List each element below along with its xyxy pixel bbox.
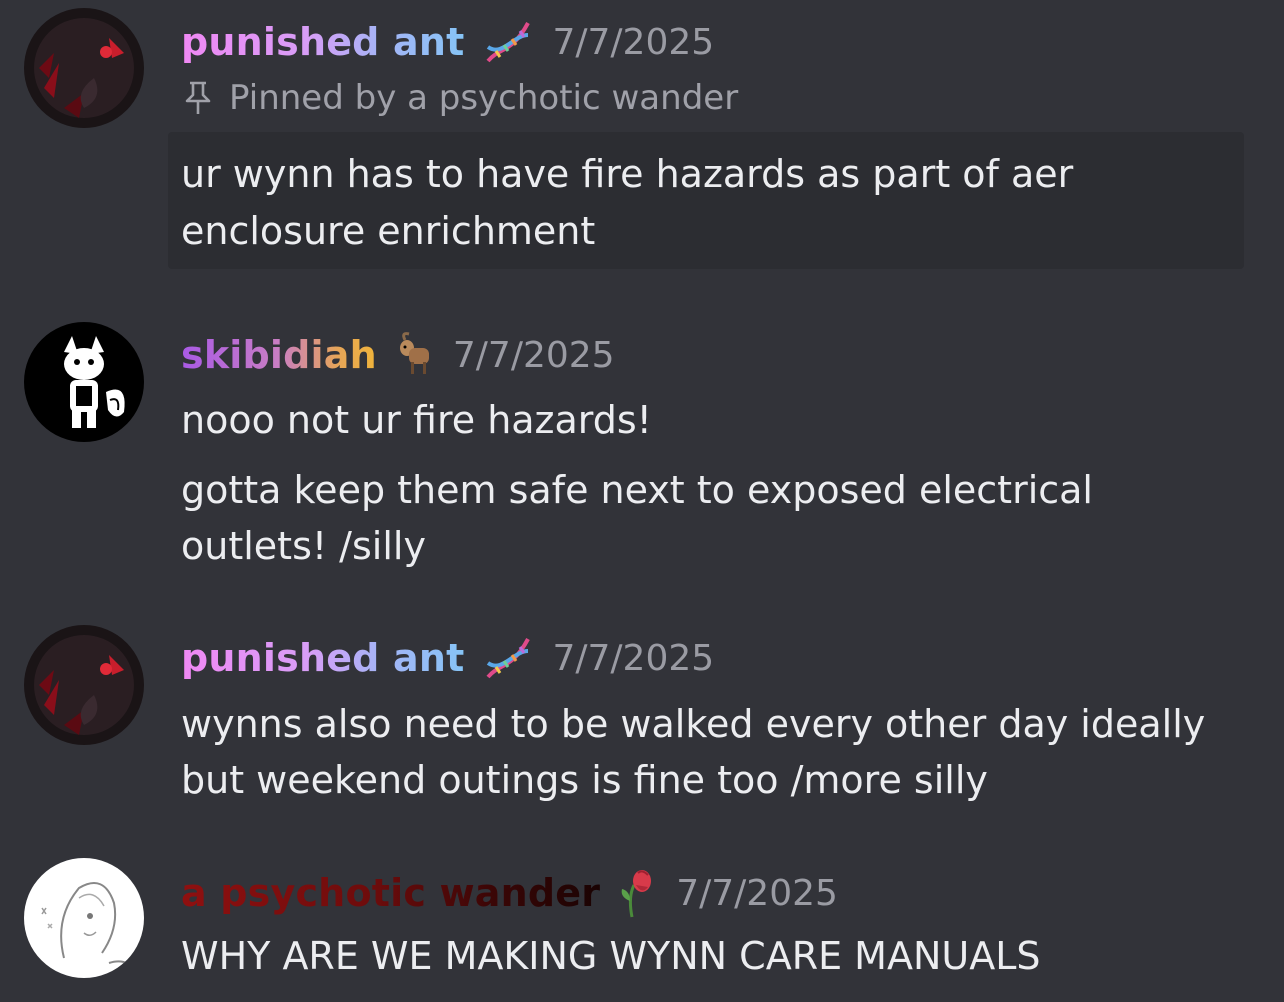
avatar-image-sketch	[24, 858, 144, 978]
pinned-indicator: Pinned by a psychotic wander	[181, 78, 738, 118]
avatar[interactable]	[24, 858, 144, 978]
pin-icon	[181, 79, 215, 117]
message-text-line: but weekend outings is fine too /more si…	[181, 758, 988, 802]
pinned-label: Pinned by a psychotic wander	[229, 78, 739, 118]
username[interactable]: a psychotic wander	[181, 871, 600, 915]
avatar[interactable]	[24, 8, 144, 128]
message-header: punished ant 7/7/2025	[181, 18, 714, 66]
message-header: punished ant 7/7/2025	[181, 634, 714, 682]
message-text-line: enclosure enrichment	[181, 209, 596, 253]
message-text-line: gotta keep them safe next to exposed ele…	[181, 468, 1093, 512]
username[interactable]: skibidiah	[181, 333, 377, 377]
chat-message-list: punished ant 7/7/2025 Pinned by a psycho…	[0, 0, 1284, 1002]
wilted-rose-icon	[618, 867, 658, 919]
username[interactable]: punished ant	[181, 636, 464, 680]
goat-icon	[395, 330, 435, 380]
message-header: a psychotic wander 7/7/2025	[181, 867, 838, 919]
dna-icon	[482, 17, 534, 67]
avatar[interactable]	[24, 625, 144, 745]
message-text-line: outlets! /silly	[181, 524, 426, 568]
timestamp[interactable]: 7/7/2025	[676, 873, 838, 914]
username[interactable]: punished ant	[181, 20, 464, 64]
message-text-line: nooo not ur fire hazards!	[181, 398, 652, 442]
avatar-image-fox-sketch	[24, 322, 144, 442]
dna-icon	[482, 633, 534, 683]
avatar-image-dark-red	[24, 625, 144, 745]
message-header: skibidiah 7/7/2025	[181, 331, 615, 379]
timestamp[interactable]: 7/7/2025	[552, 638, 714, 679]
message-text-line: ur wynn has to have fire hazards as part…	[181, 152, 1074, 196]
timestamp[interactable]: 7/7/2025	[552, 22, 714, 63]
message-text-line: WHY ARE WE MAKING WYNN CARE MANUALS	[181, 934, 1041, 978]
timestamp[interactable]: 7/7/2025	[453, 335, 615, 376]
avatar[interactable]	[24, 322, 144, 442]
avatar-image-dark-red	[24, 8, 144, 128]
message-text-line: wynns also need to be walked every other…	[181, 702, 1206, 746]
